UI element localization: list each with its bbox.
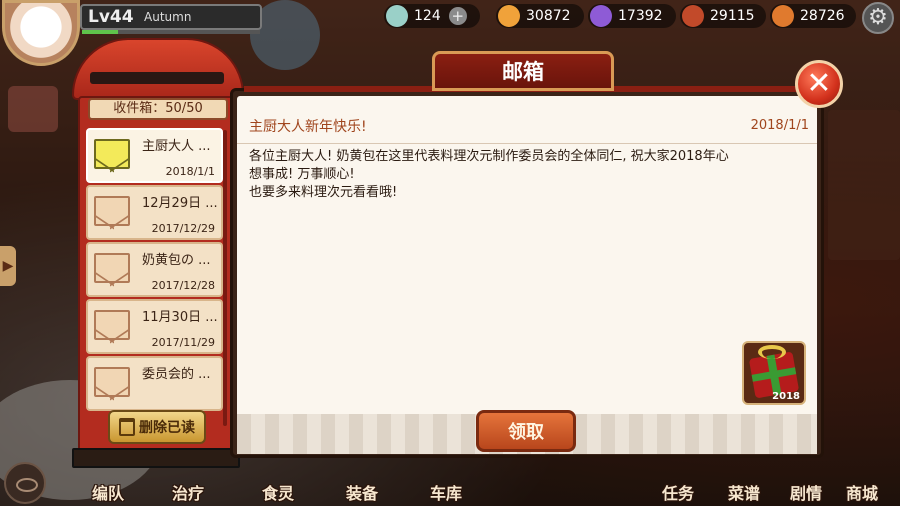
left-arrow-icon[interactable]: ▶ xyxy=(0,246,16,286)
resource-value: 29115 xyxy=(710,8,755,24)
mailbox-slot xyxy=(90,72,224,84)
mail-item-title: 11月30日 ... xyxy=(142,310,218,325)
nav-team[interactable]: 编队 xyxy=(92,480,124,504)
add-crystal-button[interactable]: + xyxy=(448,7,467,25)
resource-value: 124 xyxy=(414,8,441,24)
nav-story[interactable]: 剧情 xyxy=(790,480,822,504)
claim-button[interactable]: 领取 xyxy=(476,410,576,452)
read-envelope-icon xyxy=(94,253,130,283)
mail-item-title: 奶黄包の ... xyxy=(142,253,211,268)
mail-subject: 主厨大人新年快乐! xyxy=(249,119,367,135)
gem-icon xyxy=(590,5,612,27)
mailbox-title: 邮箱 xyxy=(432,51,614,91)
mail-header: 主厨大人新年快乐! 2018/1/1 xyxy=(237,100,817,144)
mail-item-title: 主厨大人 ... xyxy=(142,139,211,154)
mail-item-date: 2017/11/29 xyxy=(151,336,215,349)
mail-item-date: 2017/12/28 xyxy=(151,279,215,292)
mail-list-item[interactable]: 11月30日 ... 2017/11/29 xyxy=(86,299,223,354)
resource-oil: 30872 xyxy=(496,4,584,28)
nav-shop[interactable]: 商城 xyxy=(846,480,878,504)
delete-read-label: 删除已读 xyxy=(139,420,195,436)
nav-recipes[interactable]: 菜谱 xyxy=(728,480,760,504)
resource-vegetable: 28726 xyxy=(770,4,856,28)
resource-value: 30872 xyxy=(526,8,571,24)
crystal-icon xyxy=(386,5,408,27)
mail-list-item[interactable]: 主厨大人 ... 2018/1/1 xyxy=(86,128,223,183)
nav-food-spirit[interactable]: 食灵 xyxy=(262,480,294,504)
mailbox-base xyxy=(72,448,240,468)
exp-progress-bar xyxy=(82,30,260,34)
mailbox-roof xyxy=(72,38,244,100)
mailbox-panel: 收件箱：50/50 主厨大人 ... 2018/1/1 12月29日 ... 2… xyxy=(72,38,244,468)
oil-icon xyxy=(498,5,520,27)
mail-item-title: 委员会的 ... xyxy=(142,367,211,382)
mail-list[interactable]: 主厨大人 ... 2018/1/1 12月29日 ... 2017/12/29 … xyxy=(86,128,232,430)
vegetable-icon xyxy=(772,5,794,27)
nav-equipment[interactable]: 装备 xyxy=(346,480,378,504)
mail-item-date: 2017/12/29 xyxy=(151,222,215,235)
read-envelope-icon xyxy=(94,367,130,397)
mail-list-scrollbar[interactable] xyxy=(223,130,227,426)
resource-chicken: 29115 xyxy=(680,4,766,28)
read-envelope-icon xyxy=(94,310,130,340)
mail-list-item[interactable]: 委员会的 ... xyxy=(86,356,223,411)
resource-gem: 17392 xyxy=(588,4,676,28)
nav-garage[interactable]: 车库 xyxy=(430,480,462,504)
trash-icon xyxy=(119,418,135,436)
mail-body: 各位主厨大人! 奶黄包在这里代表料理次元制作委员会的全体同仁, 祝大家2018年… xyxy=(249,149,729,200)
mail-item-title: 12月29日 ... xyxy=(142,196,218,211)
close-icon[interactable]: ✕ xyxy=(795,60,843,108)
attachment-gift-item[interactable]: 2018 xyxy=(742,341,806,405)
delete-read-button[interactable]: 删除已读 xyxy=(108,410,206,444)
mail-date: 2018/1/1 xyxy=(750,118,809,133)
mail-list-item[interactable]: 奶黄包の ... 2017/12/28 xyxy=(86,242,223,297)
unread-envelope-icon xyxy=(94,139,130,169)
bottom-nav: 编队 治疗 食灵 装备 车库 任务 菜谱 剧情 商城 xyxy=(0,468,900,506)
settings-gear-icon[interactable]: ⚙ xyxy=(862,2,894,34)
read-envelope-icon xyxy=(94,196,130,226)
player-name: Autumn xyxy=(144,10,192,24)
resource-value: 28726 xyxy=(800,8,845,24)
nav-heal[interactable]: 治疗 xyxy=(172,480,204,504)
attachment-label: 2018 xyxy=(772,391,800,402)
resource-crystal: 124 + xyxy=(384,4,480,28)
mail-item-date: 2018/1/1 xyxy=(165,165,215,178)
player-level-bar: Lv44 Autumn xyxy=(80,4,262,34)
inbox-count: 收件箱：50/50 xyxy=(88,98,228,120)
resource-value: 17392 xyxy=(618,8,663,24)
mail-list-item[interactable]: 12月29日 ... 2017/12/29 xyxy=(86,185,223,240)
gift-bow-icon xyxy=(758,345,786,359)
nav-tasks[interactable]: 任务 xyxy=(662,480,694,504)
player-level: Lv44 xyxy=(88,7,134,27)
chicken-icon xyxy=(682,5,704,27)
